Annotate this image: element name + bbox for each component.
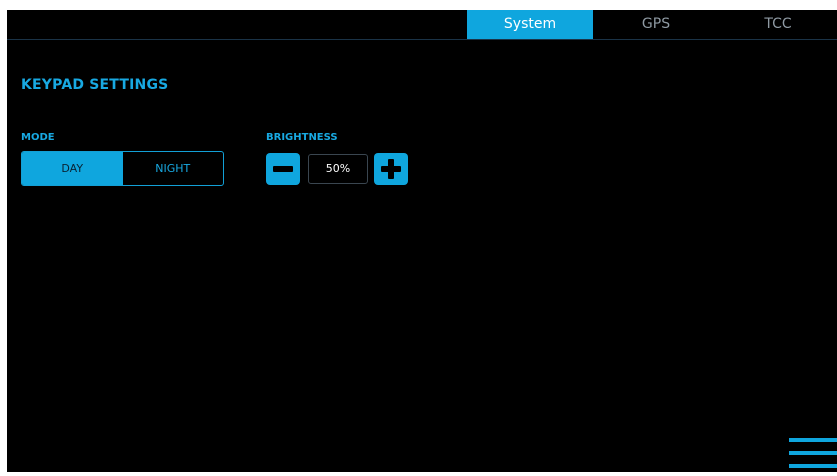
keypad-settings-screen: System GPS TCC KEYPAD SETTINGS MODE DAY … <box>7 10 837 472</box>
brightness-decrease-button[interactable] <box>266 153 300 185</box>
brightness-increase-button[interactable] <box>374 153 408 185</box>
brightness-value: 50% <box>308 154 368 184</box>
minus-icon <box>273 166 293 172</box>
hamburger-menu-icon[interactable] <box>789 436 837 472</box>
tab-tcc[interactable]: TCC <box>719 10 837 39</box>
mode-day-button[interactable]: DAY <box>22 152 123 185</box>
tab-gps[interactable]: GPS <box>593 10 719 39</box>
mode-night-button[interactable]: NIGHT <box>123 152 224 185</box>
brightness-label: BRIGHTNESS <box>266 132 338 143</box>
tab-system[interactable]: System <box>467 10 593 39</box>
mode-toggle: DAY NIGHT <box>21 151 224 186</box>
mode-label: MODE <box>21 132 55 143</box>
tab-bar: System GPS TCC <box>7 10 837 40</box>
section-title: KEYPAD SETTINGS <box>21 77 169 93</box>
